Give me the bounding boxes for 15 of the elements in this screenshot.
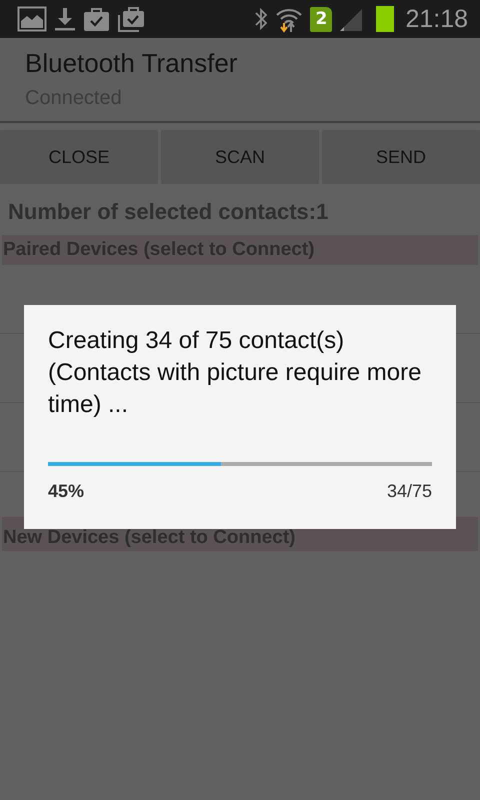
bluetooth-icon [254, 6, 268, 32]
image-icon [17, 6, 47, 32]
action-button[interactable]: SEND [322, 130, 480, 184]
action-button[interactable]: SCAN [161, 130, 319, 184]
download-icon [54, 6, 76, 32]
sim-badge: 2 [310, 6, 332, 32]
battery-icon [376, 6, 394, 32]
briefcase-stack-icon [117, 6, 145, 32]
app-title: Bluetooth Transfer [25, 48, 238, 79]
progress-count: 34/75 [386, 481, 432, 502]
progress-message: Creating 34 of 75 contact(s) (Contacts with picture require more time) ... [48, 326, 422, 420]
briefcase-check-icon [83, 6, 110, 32]
clock-time: 21:18 [405, 4, 468, 34]
action-button[interactable]: CLOSE [0, 130, 158, 184]
progress-percent: 45% [48, 481, 84, 502]
